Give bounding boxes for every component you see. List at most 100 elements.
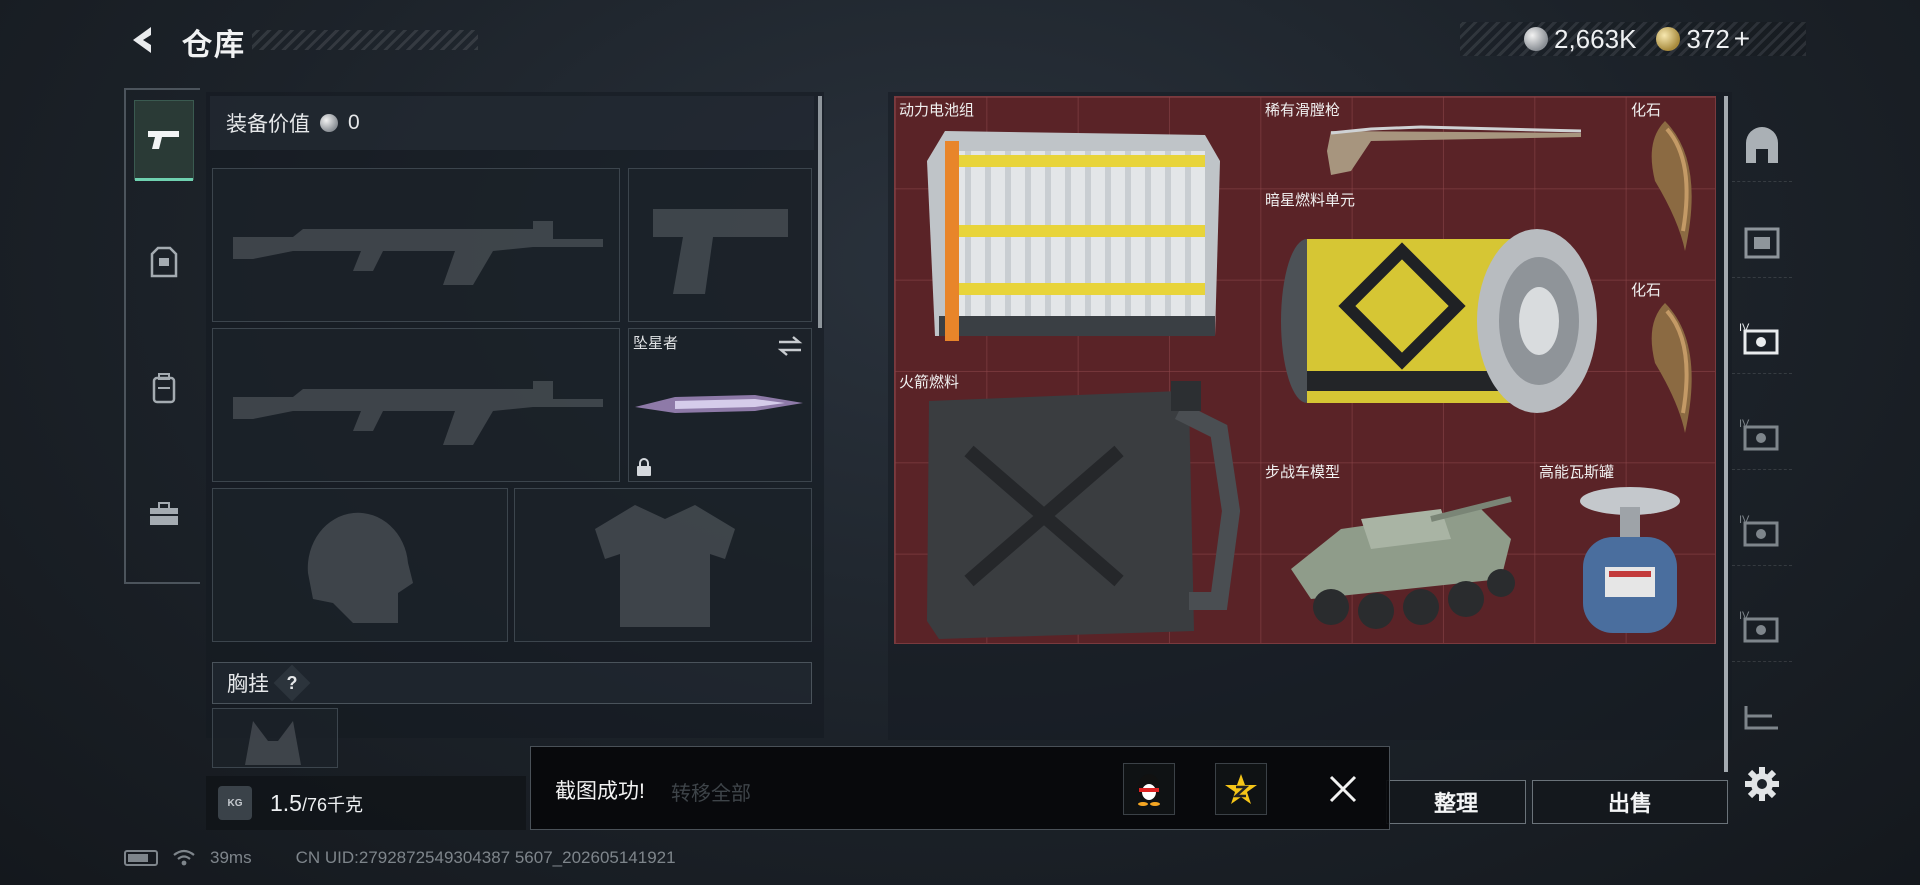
case-iv-tab-icon: IV <box>1739 418 1779 450</box>
back-button[interactable] <box>124 20 164 60</box>
storage-grid: 动力电池组 稀有滑膛枪 化石 暗星燃料单元 化石 火箭燃料 步战车模型 高能瓦斯… <box>894 96 1716 644</box>
help-icon: ? <box>286 672 298 693</box>
nav-item-toolkit[interactable] <box>134 474 194 554</box>
qq-penguin-icon <box>1138 774 1160 806</box>
helmet-silhouette-icon <box>307 512 413 623</box>
transfer-all-button-obscured: 转移全部 <box>671 783 751 805</box>
fossil-claw-icon <box>1651 121 1692 251</box>
swap-icon[interactable] <box>777 335 803 357</box>
star-chaser-blade-icon <box>635 395 803 413</box>
case-tab-icon <box>1744 227 1780 258</box>
silver-currency: 2,663K <box>1524 24 1636 55</box>
share-qq-button[interactable] <box>1123 763 1175 815</box>
item-label: 火箭燃料 <box>899 374 960 391</box>
gear-icon <box>1745 767 1779 801</box>
item-label: 化石 <box>1631 282 1662 299</box>
storage-item-rare-musket[interactable]: 稀有滑膛枪 <box>1261 97 1627 187</box>
chest-rig-header: 胸挂 ? <box>212 662 812 704</box>
tab-shelf[interactable] <box>1732 682 1792 752</box>
armored-vehicle-icon <box>1291 496 1515 629</box>
currency-bar: 2,663K 372 + <box>1460 22 1806 56</box>
item-label: 动力电池组 <box>899 102 975 119</box>
back-arrow-icon <box>133 27 151 53</box>
silver-coin-icon <box>1524 27 1548 51</box>
equipment-value-header: 装备价值 0 <box>210 96 814 150</box>
tab-case-iv-3[interactable]: IV <box>1732 496 1792 566</box>
tab-case-iv-4[interactable]: IV <box>1732 592 1792 662</box>
primary-weapon-slot-2[interactable] <box>212 328 620 482</box>
tab-case-iv-active[interactable]: IV <box>1732 304 1792 374</box>
tab-home-storage[interactable] <box>1732 112 1792 182</box>
case-iv-tab-icon: IV <box>1739 514 1779 546</box>
item-label: 暗星燃料单元 <box>1265 192 1356 209</box>
body-armor-slot[interactable] <box>514 488 812 642</box>
storage-item-fossil-2[interactable]: 化石 <box>1627 277 1717 459</box>
status-bar: 39ms CN UID:2792872549304387 5607_202605… <box>124 848 676 868</box>
share-qzone-button[interactable] <box>1215 763 1267 815</box>
case-iv-tab-icon: IV <box>1739 322 1779 354</box>
qzone-star-icon <box>1225 774 1257 804</box>
equipment-value-amount: 0 <box>348 111 360 134</box>
primary-weapon-slot-1[interactable] <box>212 168 620 322</box>
gold-currency[interactable]: 372 + <box>1656 23 1750 55</box>
weight-indicator: KG 1.5/76千克 <box>206 776 526 830</box>
uid-text: CN UID:2792872549304387 5607_20260514192… <box>295 848 676 867</box>
sidearm-slot[interactable] <box>628 168 812 322</box>
nav-item-weapons[interactable] <box>134 100 194 181</box>
settings-button[interactable] <box>1740 762 1784 806</box>
help-button[interactable]: ? <box>273 664 311 702</box>
storage-scrollbar[interactable] <box>1724 96 1728 772</box>
shirt-silhouette-icon <box>595 505 735 627</box>
armor-vest-icon <box>150 246 178 278</box>
toast-message: 截图成功! <box>555 780 645 803</box>
storage-item-ifv-model[interactable]: 步战车模型 <box>1261 459 1535 645</box>
chest-rig-slot[interactable] <box>212 708 338 768</box>
item-label: 化石 <box>1631 102 1662 119</box>
rifle-silhouette-icon <box>233 381 603 445</box>
item-label: 步战车模型 <box>1265 464 1341 481</box>
gold-coin-icon <box>1656 27 1681 51</box>
fuel-cell-icon <box>1281 229 1597 413</box>
weight-icon: KG <box>218 786 252 820</box>
tab-case-1[interactable] <box>1732 208 1792 278</box>
organize-button[interactable]: 整理 <box>1386 780 1526 824</box>
chest-rig-label: 胸挂 <box>227 673 269 696</box>
nav-item-armor[interactable] <box>134 222 194 302</box>
category-nav <box>124 88 200 584</box>
storage-item-rocket-fuel[interactable]: 火箭燃料 <box>895 369 1261 645</box>
pistol-icon <box>148 131 179 149</box>
gas-canister-icon <box>1580 487 1680 633</box>
nav-item-backpack[interactable] <box>134 348 194 428</box>
case-iv-tab-icon: IV <box>1739 610 1779 642</box>
melee-slot[interactable]: 坠星者 <box>628 328 812 482</box>
rifle-silhouette-icon <box>233 221 603 285</box>
wifi-icon <box>173 849 195 866</box>
battery-icon <box>124 850 158 866</box>
silver-amount: 2,663K <box>1554 23 1637 54</box>
backpack-icon <box>152 373 176 404</box>
melee-item-label: 坠星者 <box>633 335 679 352</box>
storage-tabs: IV IV IV IV <box>1732 92 1792 752</box>
pistol-silhouette-icon <box>653 209 788 294</box>
storage-item-battery-pack[interactable]: 动力电池组 <box>895 97 1261 369</box>
silver-coin-icon <box>320 114 338 132</box>
page-title: 仓库 <box>182 29 246 62</box>
toast-close-button[interactable] <box>1321 767 1365 811</box>
storage-item-gas-canister[interactable]: 高能瓦斯罐 <box>1535 459 1717 645</box>
tab-case-iv-2[interactable]: IV <box>1732 400 1792 470</box>
title-decoration <box>252 30 478 50</box>
weight-text: 1.5/76千克 <box>270 790 363 817</box>
fossil-claw-icon <box>1651 303 1692 433</box>
item-label: 高能瓦斯罐 <box>1539 464 1615 481</box>
jerry-can-icon <box>927 381 1241 639</box>
helmet-slot[interactable] <box>212 488 508 642</box>
equipment-scrollbar[interactable] <box>818 96 822 328</box>
lock-icon <box>637 458 651 476</box>
item-label: 稀有滑膛枪 <box>1265 102 1341 119</box>
weight-current: 1.5 <box>270 789 302 816</box>
storage-item-fossil-1[interactable]: 化石 <box>1627 97 1717 277</box>
add-currency-button[interactable]: + <box>1734 23 1750 55</box>
musket-icon <box>1327 125 1581 175</box>
storage-item-dark-star-fuel-cell[interactable]: 暗星燃料单元 <box>1261 187 1627 459</box>
sell-button[interactable]: 出售 <box>1532 780 1728 824</box>
